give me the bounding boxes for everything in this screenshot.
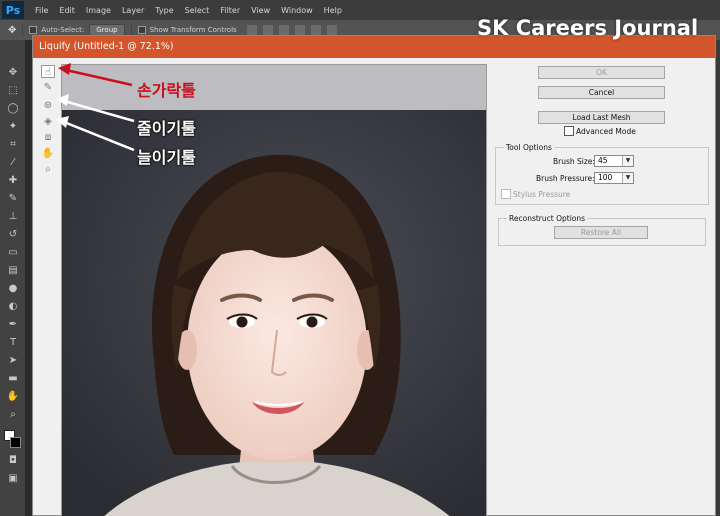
healing-brush-tool-icon[interactable]: ✚	[5, 174, 21, 187]
background-color-swatch[interactable]	[10, 437, 21, 448]
brush-pressure-value: 100	[598, 173, 613, 182]
stylus-pressure-checkbox[interactable]	[501, 189, 511, 199]
forward-warp-tool-icon[interactable]: ☝	[41, 65, 55, 78]
canvas-background	[62, 65, 486, 110]
tool-options-title: Tool Options	[504, 143, 554, 152]
screen-mode-icon[interactable]: ▣	[5, 472, 21, 485]
hand-tool-icon[interactable]: ✋	[41, 147, 55, 160]
chevron-down-icon[interactable]: ▼	[622, 173, 633, 183]
annotation-pucker-tool: 줄이기툴	[137, 119, 196, 138]
brush-tool-icon[interactable]: ✎	[5, 192, 21, 205]
show-transform-checkbox[interactable]	[137, 26, 146, 34]
quick-mask-icon[interactable]: ◘	[5, 454, 21, 467]
menu-window[interactable]: Window	[281, 6, 313, 15]
show-transform-label: Show Transform Controls	[149, 26, 237, 34]
advanced-mode-checkbox[interactable]	[564, 126, 574, 136]
blur-tool-icon[interactable]: ●	[5, 282, 21, 295]
liquify-tools: ☝ ✎ ⊛ ◈ ⧈ ✋ ⌕	[39, 65, 59, 215]
align-bottom-icon[interactable]	[278, 25, 289, 35]
pucker-tool-icon[interactable]: ⊛	[41, 99, 55, 112]
reconstruct-options-title: Reconstruct Options	[507, 214, 588, 223]
watermark: SK Careers Journal	[477, 16, 699, 40]
auto-select-checkbox[interactable]	[29, 26, 38, 34]
restore-all-button[interactable]: Restore All	[554, 226, 648, 239]
align-top-icon[interactable]	[246, 25, 257, 35]
brush-pressure-input[interactable]: 100 ▼	[594, 172, 634, 184]
menu-edit[interactable]: Edit	[59, 6, 75, 15]
menu-filter[interactable]: Filter	[220, 6, 240, 15]
chevron-down-icon[interactable]: ▼	[622, 156, 633, 166]
tools-panel: ✥ ⬚ ◯ ✦ ⌗ ⁄ ✚ ✎ ⊥ ↺ ▭ ▤ ● ◐ ✒ T ➤ ▬ ✋ ⌕ …	[0, 40, 26, 516]
bloat-tool-icon[interactable]: ◈	[41, 115, 55, 128]
menu-select[interactable]: Select	[185, 6, 210, 15]
brush-size-input[interactable]: 45 ▼	[594, 155, 634, 167]
eraser-tool-icon[interactable]: ▭	[5, 246, 21, 259]
move-tool-icon[interactable]: ✥	[5, 66, 21, 79]
history-brush-tool-icon[interactable]: ↺	[5, 228, 21, 241]
eyedropper-tool-icon[interactable]: ⁄	[5, 156, 21, 169]
crop-tool-icon[interactable]: ⌗	[5, 138, 21, 151]
menu-help[interactable]: Help	[324, 6, 342, 15]
align-center-icon[interactable]	[310, 25, 321, 35]
zoom-tool-icon[interactable]: ⌕	[5, 408, 21, 421]
brush-size-label: Brush Size:	[553, 157, 595, 166]
menu-view[interactable]: View	[251, 6, 270, 15]
photoshop-window: Ps File Edit Image Layer Type Select Fil…	[0, 0, 720, 516]
menu-file[interactable]: File	[35, 6, 48, 15]
hand-tool-icon[interactable]: ✋	[5, 390, 21, 403]
advanced-mode-label: Advanced Mode	[576, 127, 636, 136]
align-middle-icon[interactable]	[262, 25, 273, 35]
type-tool-icon[interactable]: T	[5, 336, 21, 349]
portrait-illustration	[62, 110, 486, 516]
auto-select-label: Auto-Select:	[41, 26, 85, 34]
liquify-dialog: Liquify (Untitled-1 @ 72.1%) ☝ ✎ ⊛ ◈ ⧈ ✋…	[32, 35, 716, 516]
move-tool-icon[interactable]: ✥	[8, 25, 16, 36]
dialog-title: Liquify (Untitled-1 @ 72.1%)	[39, 41, 174, 52]
gradient-tool-icon[interactable]: ▤	[5, 264, 21, 277]
zoom-tool-icon[interactable]: ⌕	[41, 163, 55, 176]
reconstruct-tool-icon[interactable]: ✎	[41, 81, 55, 94]
menu-image[interactable]: Image	[86, 6, 111, 15]
brush-pressure-label: Brush Pressure:	[536, 174, 595, 183]
menu-type[interactable]: Type	[155, 6, 173, 15]
preview-canvas[interactable]	[61, 64, 487, 516]
pen-tool-icon[interactable]: ✒	[5, 318, 21, 331]
push-left-tool-icon[interactable]: ⧈	[41, 131, 55, 144]
photoshop-logo: Ps	[2, 1, 24, 19]
brush-size-value: 45	[598, 156, 608, 165]
portrait-photo	[62, 110, 486, 516]
shape-tool-icon[interactable]: ▬	[5, 372, 21, 385]
liquify-options-panel: OK Cancel Load Last Mesh Advanced Mode T…	[495, 64, 711, 514]
load-last-mesh-button[interactable]: Load Last Mesh	[538, 111, 665, 124]
ok-button[interactable]: OK	[538, 66, 665, 79]
options-divider	[22, 23, 24, 37]
annotation-bloat-tool: 늘이기툴	[137, 148, 196, 167]
menu-layer[interactable]: Layer	[122, 6, 144, 15]
clone-stamp-tool-icon[interactable]: ⊥	[5, 210, 21, 223]
path-selection-tool-icon[interactable]: ➤	[5, 354, 21, 367]
align-right-icon[interactable]	[326, 25, 337, 35]
cancel-button[interactable]: Cancel	[538, 86, 665, 99]
lasso-tool-icon[interactable]: ◯	[5, 102, 21, 115]
magic-wand-tool-icon[interactable]: ✦	[5, 120, 21, 133]
align-left-icon[interactable]	[294, 25, 305, 35]
dodge-tool-icon[interactable]: ◐	[5, 300, 21, 313]
stylus-pressure-label: Stylus Pressure	[513, 190, 571, 199]
annotation-finger-tool: 손가락툴	[137, 81, 196, 100]
marquee-tool-icon[interactable]: ⬚	[5, 84, 21, 97]
